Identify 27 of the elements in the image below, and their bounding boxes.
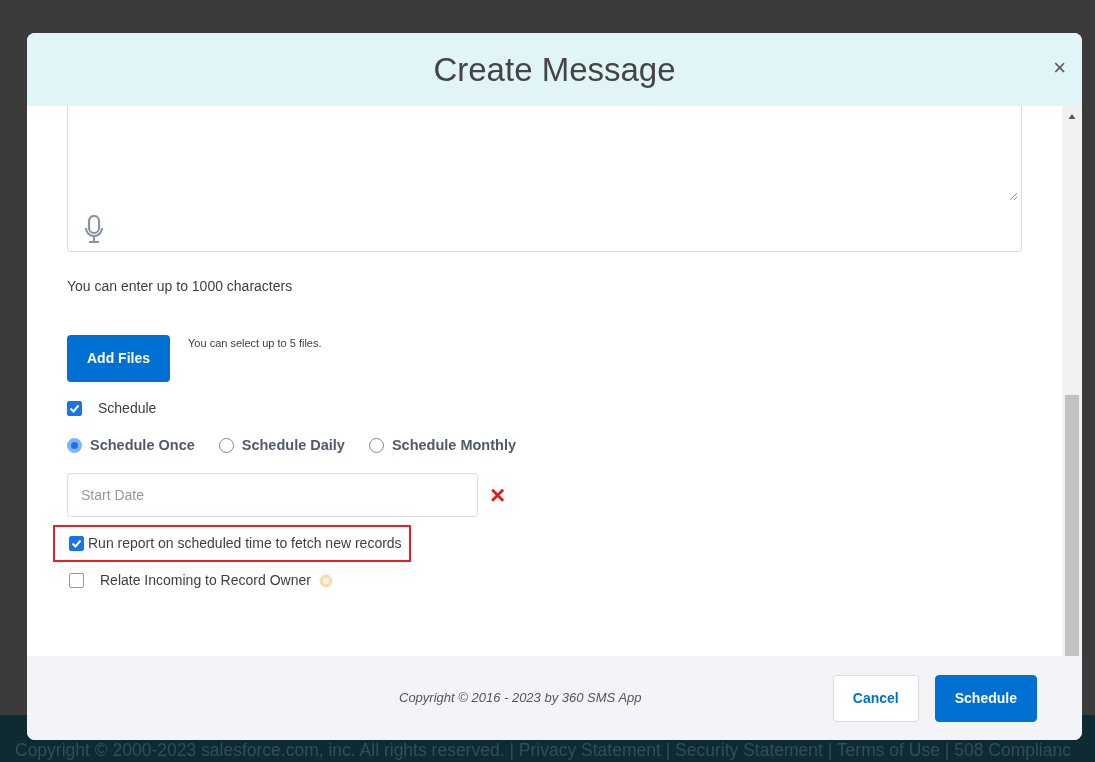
- checkbox-label: Run report on scheduled time to fetch new records: [88, 533, 402, 553]
- scroll-up-icon[interactable]: [1068, 114, 1076, 120]
- close-button[interactable]: ×: [1051, 57, 1068, 79]
- checkbox[interactable]: [69, 572, 84, 588]
- character-limit-text: You can enter up to 1000 characters: [67, 277, 294, 296]
- checkbox[interactable]: [69, 535, 84, 551]
- date-field[interactable]: Start Date: [67, 472, 478, 517]
- checkbox-label: Relate Incoming to Record Owner: [100, 570, 311, 590]
- checkbox-label: Schedule: [98, 399, 157, 418]
- checkbox[interactable]: [67, 401, 82, 416]
- clear-button[interactable]: ×: [486, 481, 510, 508]
- radio-label: Schedule Once: [90, 436, 195, 455]
- file-limit-text: You can select up to 5 files.: [188, 336, 322, 351]
- cancel-button[interactable]: Cancel: [832, 674, 919, 722]
- schedule-button[interactable]: Schedule: [934, 674, 1037, 722]
- radio-label: Schedule Monthly: [391, 436, 516, 455]
- resize-handle-icon[interactable]: [1008, 191, 1018, 201]
- radio-button[interactable]: [67, 438, 82, 454]
- radio-label: Schedule Daily: [241, 436, 345, 455]
- message-field[interactable]: [67, 106, 1022, 252]
- radio-button[interactable]: [218, 438, 234, 454]
- dialog-title: Create Message: [433, 49, 676, 90]
- copyright-text: Copyright © 2016 - 2023 by 360 SMS App: [399, 689, 642, 708]
- scrollbar[interactable]: [1062, 106, 1082, 656]
- add-files-button[interactable]: Add Files: [67, 335, 170, 382]
- microphone-icon: [84, 215, 104, 243]
- radio-button[interactable]: [368, 438, 384, 454]
